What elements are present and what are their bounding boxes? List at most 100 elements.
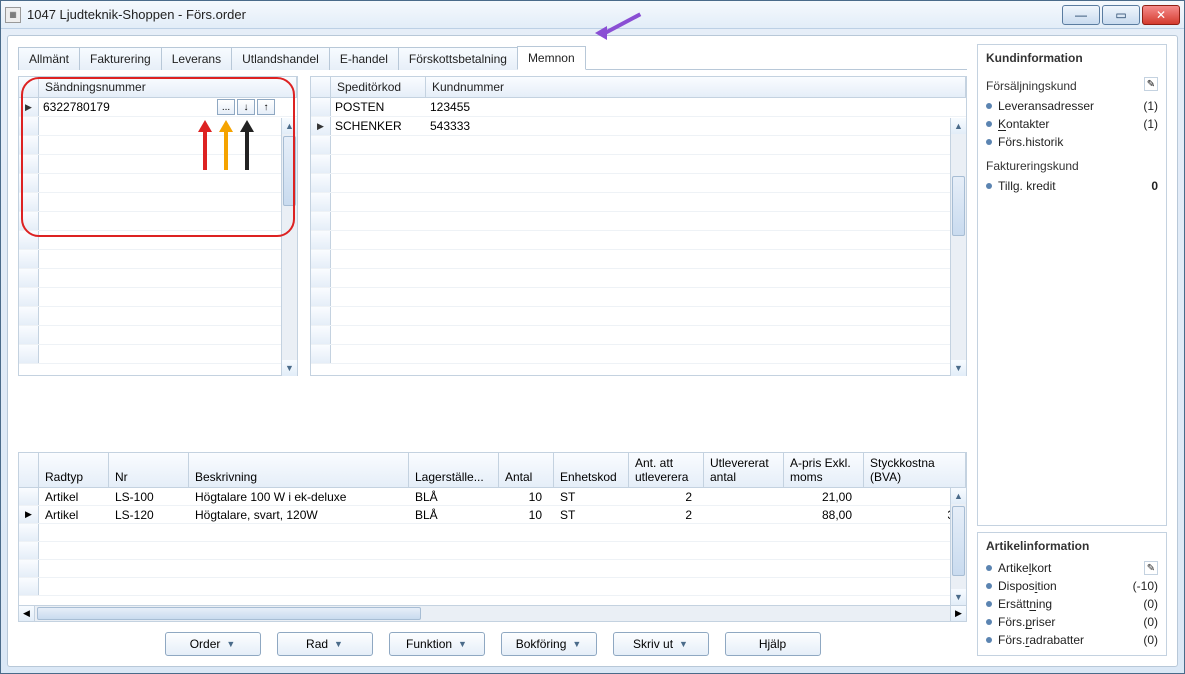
title-bar: ▦ 1047 Ljudteknik-Shoppen - Förs.order ―… [1,1,1184,29]
line-row[interactable]: ▶ Artikel LS-120 Högtalare, svart, 120W … [19,506,966,524]
scroll-down-icon[interactable]: ▼ [282,360,297,376]
tab-ehandel[interactable]: E-handel [329,47,399,70]
row-marker-icon: ▶ [19,98,39,116]
line-row[interactable]: Artikel LS-100 Högtalare 100 W i ek-delu… [19,488,966,506]
tab-memnon[interactable]: Memnon [517,46,586,70]
client-area: Allmänt Fakturering Leverans Utlandshand… [7,35,1178,667]
scroll-up-icon[interactable]: ▲ [951,118,966,134]
sidebar-kontakter[interactable]: Kontakter (1) [986,115,1158,133]
tab-leverans[interactable]: Leverans [161,47,232,70]
carrier-code-cell[interactable]: SCHENKER [331,117,426,135]
shipment-grid: Sändningsnummer ▶ 6322780179 ... ↓ [18,76,298,376]
bottom-button-bar: Order▼ Rad▼ Funktion▼ Bokföring▼ Skriv u… [18,622,967,656]
bullet-icon [986,583,992,589]
tab-forskott[interactable]: Förskottsbetalning [398,47,518,70]
scroll-up-icon[interactable]: ▲ [951,488,966,504]
move-up-button[interactable]: ↑ [257,99,275,115]
dropdown-icon: ▼ [679,639,688,649]
dropdown-icon: ▼ [334,639,343,649]
row-marker-icon: ▶ [19,506,39,523]
rad-button[interactable]: Rad▼ [277,632,373,656]
bullet-icon [986,121,992,127]
move-down-button[interactable]: ↓ [237,99,255,115]
bullet-icon [986,139,992,145]
faktureringskund-label: Faktureringskund [986,159,1158,173]
carrier-scrollbar[interactable]: ▲ ▼ [950,118,966,376]
artikel-info-title: Artikelinformation [986,539,1158,553]
forsaljningskund-label: Försäljningskund [986,79,1140,93]
skriv-ut-button[interactable]: Skriv ut▼ [613,632,709,656]
sidebar-fors-historik[interactable]: Förs.historik [986,133,1158,151]
scroll-up-icon[interactable]: ▲ [282,118,297,134]
col-antal[interactable]: Antal [499,453,554,487]
order-button[interactable]: Order▼ [165,632,261,656]
scroll-down-icon[interactable]: ▼ [951,589,966,605]
tab-utlandshandel[interactable]: Utlandshandel [231,47,330,70]
scroll-down-icon[interactable]: ▼ [951,360,966,376]
funktion-button[interactable]: Funktion▼ [389,632,485,656]
window-buttons: ― ▭ ✕ [1062,5,1180,25]
shipment-row[interactable]: ▶ 6322780179 ... ↓ ↑ [19,98,297,117]
bullet-icon [986,565,992,571]
bullet-icon [986,637,992,643]
carrier-row[interactable]: ▶ SCHENKER 543333 [311,117,966,136]
sidebar-tillg-kredit[interactable]: Tillg. kredit 0 [986,177,1158,195]
maximize-button[interactable]: ▭ [1102,5,1140,25]
bullet-icon [986,103,992,109]
carrier-grid: Speditörkod Kundnummer POSTEN 123455 ▶ [310,76,967,376]
col-nr[interactable]: Nr [109,453,189,487]
sidebar-fors-priser[interactable]: Förs.priser (0) [986,613,1158,631]
artikel-info-section: Artikelinformation Artikelkort ✎ Disposi… [977,532,1167,656]
carrier-code-header[interactable]: Speditörkod [331,77,426,97]
app-window: ▦ 1047 Ljudteknik-Shoppen - Förs.order ―… [0,0,1185,674]
lines-grid: Radtyp Nr Beskrivning Lagerställe... Ant… [18,452,967,622]
dropdown-icon: ▼ [226,639,235,649]
sidebar-artikelkort[interactable]: Artikelkort ✎ [986,559,1158,577]
scroll-right-icon[interactable]: ▶ [950,606,966,621]
tab-fakturering[interactable]: Fakturering [79,47,162,70]
bokforing-button[interactable]: Bokföring▼ [501,632,597,656]
col-radtyp[interactable]: Radtyp [39,453,109,487]
scroll-left-icon[interactable]: ◀ [19,606,35,621]
col-lager[interactable]: Lagerställe... [409,453,499,487]
shipment-header[interactable]: Sändningsnummer [39,77,297,97]
edit-icon[interactable]: ✎ [1144,77,1158,91]
kund-info-title: Kundinformation [986,51,1158,65]
shipment-number-cell[interactable]: 6322780179 ... ↓ ↑ [39,98,297,116]
carrier-cust-header[interactable]: Kundnummer [426,77,966,97]
shipment-number-value: 6322780179 [43,100,110,114]
col-apris[interactable]: A-pris Exkl. moms [784,453,864,487]
col-enhet[interactable]: Enhetskod [554,453,629,487]
tab-bar: Allmänt Fakturering Leverans Utlandshand… [18,44,967,70]
lines-v-scrollbar[interactable]: ▲ ▼ [950,488,966,605]
shipment-scrollbar[interactable]: ▲ ▼ [281,118,297,376]
col-styck[interactable]: Styckkostna (BVA) [864,453,966,487]
hjalp-button[interactable]: Hjälp [725,632,821,656]
col-beskrivning[interactable]: Beskrivning [189,453,409,487]
sidebar-leveransadresser[interactable]: Leveransadresser (1) [986,97,1158,115]
sidebar-fors-radrabatter[interactable]: Förs.radrabatter (0) [986,631,1158,649]
edit-icon[interactable]: ✎ [1144,561,1158,575]
window-title: 1047 Ljudteknik-Shoppen - Förs.order [27,7,1062,22]
dropdown-icon: ▼ [458,639,467,649]
col-att[interactable]: Ant. att utleverera [629,453,704,487]
col-utlev[interactable]: Utlevererat antal [704,453,784,487]
kund-info-section: Kundinformation Försäljningskund ✎ Lever… [977,44,1167,526]
bullet-icon [986,183,992,189]
right-sidebar: Kundinformation Försäljningskund ✎ Lever… [977,44,1167,656]
bullet-icon [986,619,992,625]
sidebar-ersattning[interactable]: Ersättning (0) [986,595,1158,613]
carrier-code-cell[interactable]: POSTEN [331,98,426,116]
carrier-cust-cell[interactable]: 123455 [426,98,966,116]
app-icon: ▦ [5,7,21,23]
carrier-row[interactable]: POSTEN 123455 [311,98,966,117]
lines-h-scrollbar[interactable]: ◀ ▶ [19,605,966,621]
sidebar-disposition[interactable]: Disposition (-10) [986,577,1158,595]
close-button[interactable]: ✕ [1142,5,1180,25]
row-marker-icon: ▶ [311,117,331,135]
minimize-button[interactable]: ― [1062,5,1100,25]
carrier-cust-cell[interactable]: 543333 [426,117,966,135]
dropdown-icon: ▼ [572,639,581,649]
lookup-button[interactable]: ... [217,99,235,115]
tab-allmant[interactable]: Allmänt [18,47,80,70]
